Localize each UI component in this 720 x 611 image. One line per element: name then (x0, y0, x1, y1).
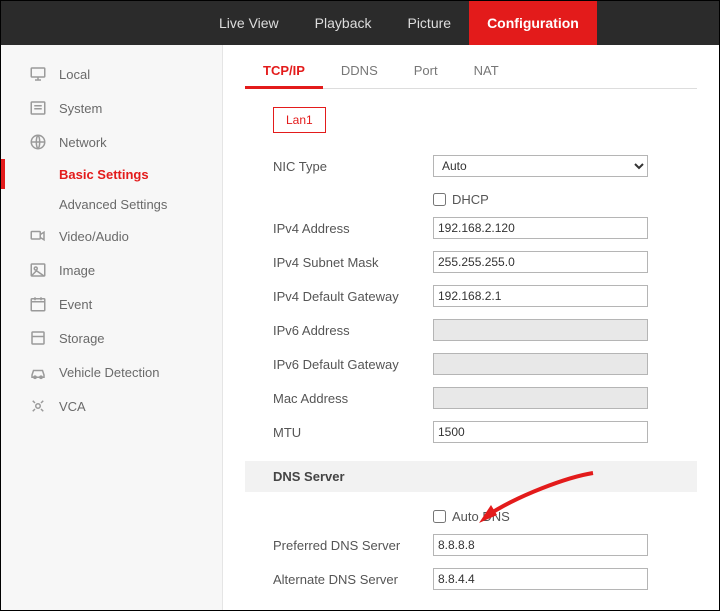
sidebar-item-label: Local (59, 67, 90, 82)
sidebar-item-label: VCA (59, 399, 86, 414)
monitor-icon (29, 65, 47, 83)
app-window: Live View Playback Picture Configuration… (0, 0, 720, 611)
row-ipv4-mask: IPv4 Subnet Mask (273, 247, 697, 277)
row-ipv4-gateway: IPv4 Default Gateway (273, 281, 697, 311)
topbar: Live View Playback Picture Configuration (1, 1, 719, 45)
preferred-dns-label: Preferred DNS Server (273, 538, 433, 553)
calendar-icon (29, 295, 47, 313)
content: TCP/IP DDNS Port NAT Lan1 NIC Type Auto (223, 45, 719, 610)
mac-address-input[interactable] (433, 387, 648, 409)
subtab-lan1[interactable]: Lan1 (273, 107, 326, 133)
tab-nat[interactable]: NAT (456, 55, 517, 88)
topbar-playback[interactable]: Playback (297, 1, 390, 45)
vca-icon (29, 397, 47, 415)
sidebar-item-video-audio[interactable]: Video/Audio (1, 219, 222, 253)
settings-list-icon (29, 99, 47, 117)
main: Local System Network Basic Settings Adva… (1, 45, 719, 610)
image-icon (29, 261, 47, 279)
ipv6-address-input[interactable] (433, 319, 648, 341)
tabs: TCP/IP DDNS Port NAT (245, 55, 697, 89)
ipv4-mask-label: IPv4 Subnet Mask (273, 255, 433, 270)
row-ipv6-gateway: IPv6 Default Gateway (273, 349, 697, 379)
storage-icon (29, 329, 47, 347)
ipv4-gateway-label: IPv4 Default Gateway (273, 289, 433, 304)
row-alternate-dns: Alternate DNS Server (273, 564, 697, 594)
sidebar-item-label: Vehicle Detection (59, 365, 159, 380)
row-preferred-dns: Preferred DNS Server (273, 530, 697, 560)
row-ipv6-address: IPv6 Address (273, 315, 697, 345)
auto-dns-checkbox[interactable] (433, 510, 446, 523)
row-mtu: MTU (273, 417, 697, 447)
sidebar-sub-basic-settings[interactable]: Basic Settings (1, 159, 222, 189)
tab-ddns[interactable]: DDNS (323, 55, 396, 88)
ipv4-address-input[interactable] (433, 217, 648, 239)
row-mac-address: Mac Address (273, 383, 697, 413)
dhcp-checkbox[interactable] (433, 193, 446, 206)
sidebar-item-event[interactable]: Event (1, 287, 222, 321)
sidebar-item-label: Event (59, 297, 92, 312)
preferred-dns-input[interactable] (433, 534, 648, 556)
sidebar-item-label: Storage (59, 331, 105, 346)
subtab-wrap: Lan1 (245, 107, 697, 133)
row-ipv4-address: IPv4 Address (273, 213, 697, 243)
sidebar-item-vehicle-detection[interactable]: Vehicle Detection (1, 355, 222, 389)
tab-tcpip[interactable]: TCP/IP (245, 55, 323, 89)
row-auto-dns: Auto DNS (273, 502, 697, 530)
tab-port[interactable]: Port (396, 55, 456, 88)
mtu-input[interactable] (433, 421, 648, 443)
topbar-picture[interactable]: Picture (389, 1, 469, 45)
ipv6-gateway-label: IPv6 Default Gateway (273, 357, 433, 372)
topbar-live-view[interactable]: Live View (201, 1, 297, 45)
sidebar-item-label: Network (59, 135, 107, 150)
ipv6-gateway-input[interactable] (433, 353, 648, 375)
globe-icon (29, 133, 47, 151)
alternate-dns-label: Alternate DNS Server (273, 572, 433, 587)
auto-dns-label: Auto DNS (452, 509, 510, 524)
sidebar: Local System Network Basic Settings Adva… (1, 45, 223, 610)
mtu-label: MTU (273, 425, 433, 440)
ipv4-address-label: IPv4 Address (273, 221, 433, 236)
dns-server-section: DNS Server (245, 461, 697, 492)
ipv4-mask-input[interactable] (433, 251, 648, 273)
mac-address-label: Mac Address (273, 391, 433, 406)
sidebar-item-label: Video/Audio (59, 229, 129, 244)
topbar-configuration[interactable]: Configuration (469, 1, 597, 45)
nic-type-label: NIC Type (273, 159, 433, 174)
sidebar-sub-advanced-settings[interactable]: Advanced Settings (1, 189, 222, 219)
vehicle-icon (29, 363, 47, 381)
sidebar-item-storage[interactable]: Storage (1, 321, 222, 355)
sidebar-item-image[interactable]: Image (1, 253, 222, 287)
sidebar-item-network[interactable]: Network (1, 125, 222, 159)
ipv6-address-label: IPv6 Address (273, 323, 433, 338)
ipv4-gateway-input[interactable] (433, 285, 648, 307)
row-dhcp: DHCP (273, 185, 697, 213)
video-audio-icon (29, 227, 47, 245)
sidebar-item-label: System (59, 101, 102, 116)
sidebar-item-label: Image (59, 263, 95, 278)
alternate-dns-input[interactable] (433, 568, 648, 590)
sidebar-item-system[interactable]: System (1, 91, 222, 125)
sidebar-item-local[interactable]: Local (1, 57, 222, 91)
form: NIC Type Auto DHCP IPv4 Address (245, 151, 697, 610)
nic-type-select[interactable]: Auto (433, 155, 648, 177)
sidebar-item-vca[interactable]: VCA (1, 389, 222, 423)
dhcp-label: DHCP (452, 192, 489, 207)
row-nic-type: NIC Type Auto (273, 151, 697, 181)
